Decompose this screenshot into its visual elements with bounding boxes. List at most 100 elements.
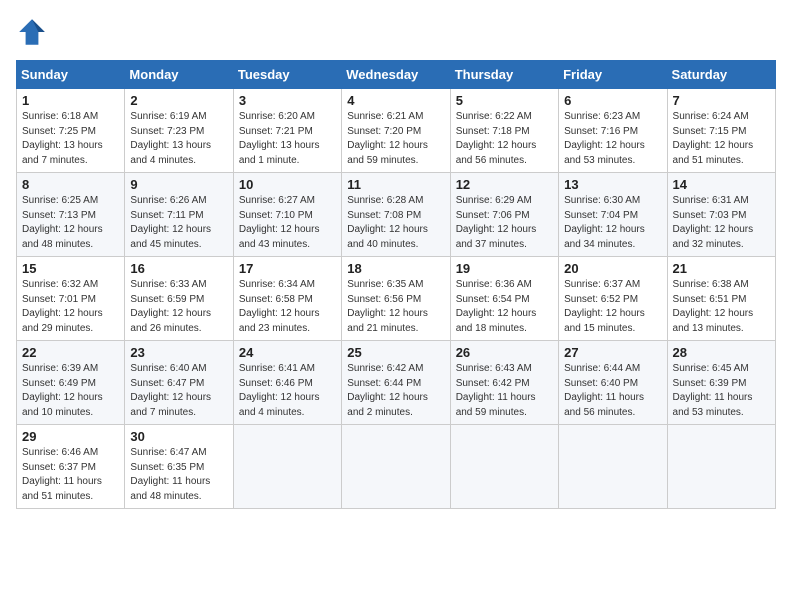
day-info: Sunrise: 6:40 AM Sunset: 6:47 PM Dayligh…	[130, 362, 227, 420]
day-info: Sunrise: 6:29 AM Sunset: 7:06 PM Dayligh…	[456, 194, 553, 252]
calendar-cell: 21 Sunrise: 6:38 AM Sunset: 6:51 PM Dayl…	[667, 257, 775, 341]
calendar-cell	[667, 425, 775, 509]
day-info: Sunrise: 6:36 AM Sunset: 6:54 PM Dayligh…	[456, 278, 553, 336]
calendar-cell: 18 Sunrise: 6:35 AM Sunset: 6:56 PM Dayl…	[342, 257, 450, 341]
calendar-cell: 13 Sunrise: 6:30 AM Sunset: 7:04 PM Dayl…	[559, 173, 667, 257]
calendar-cell: 29 Sunrise: 6:46 AM Sunset: 6:37 PM Dayl…	[17, 425, 125, 509]
logo	[16, 16, 52, 48]
weekday-header: Sunday	[17, 61, 125, 89]
calendar-cell: 23 Sunrise: 6:40 AM Sunset: 6:47 PM Dayl…	[125, 341, 233, 425]
day-info: Sunrise: 6:22 AM Sunset: 7:18 PM Dayligh…	[456, 110, 553, 168]
day-info: Sunrise: 6:21 AM Sunset: 7:20 PM Dayligh…	[347, 110, 444, 168]
day-number: 20	[564, 261, 661, 276]
page-header	[16, 16, 776, 48]
day-number: 30	[130, 429, 227, 444]
calendar-week-row: 8 Sunrise: 6:25 AM Sunset: 7:13 PM Dayli…	[17, 173, 776, 257]
day-info: Sunrise: 6:38 AM Sunset: 6:51 PM Dayligh…	[673, 278, 770, 336]
calendar-cell: 24 Sunrise: 6:41 AM Sunset: 6:46 PM Dayl…	[233, 341, 341, 425]
day-number: 13	[564, 177, 661, 192]
day-info: Sunrise: 6:30 AM Sunset: 7:04 PM Dayligh…	[564, 194, 661, 252]
day-info: Sunrise: 6:37 AM Sunset: 6:52 PM Dayligh…	[564, 278, 661, 336]
calendar-cell: 7 Sunrise: 6:24 AM Sunset: 7:15 PM Dayli…	[667, 89, 775, 173]
calendar-table: SundayMondayTuesdayWednesdayThursdayFrid…	[16, 60, 776, 509]
day-number: 26	[456, 345, 553, 360]
day-info: Sunrise: 6:24 AM Sunset: 7:15 PM Dayligh…	[673, 110, 770, 168]
calendar-cell	[559, 425, 667, 509]
calendar-cell: 10 Sunrise: 6:27 AM Sunset: 7:10 PM Dayl…	[233, 173, 341, 257]
day-info: Sunrise: 6:27 AM Sunset: 7:10 PM Dayligh…	[239, 194, 336, 252]
day-number: 9	[130, 177, 227, 192]
calendar-cell: 5 Sunrise: 6:22 AM Sunset: 7:18 PM Dayli…	[450, 89, 558, 173]
calendar-cell: 26 Sunrise: 6:43 AM Sunset: 6:42 PM Dayl…	[450, 341, 558, 425]
day-info: Sunrise: 6:31 AM Sunset: 7:03 PM Dayligh…	[673, 194, 770, 252]
weekday-header: Tuesday	[233, 61, 341, 89]
calendar-cell: 9 Sunrise: 6:26 AM Sunset: 7:11 PM Dayli…	[125, 173, 233, 257]
day-info: Sunrise: 6:23 AM Sunset: 7:16 PM Dayligh…	[564, 110, 661, 168]
day-info: Sunrise: 6:41 AM Sunset: 6:46 PM Dayligh…	[239, 362, 336, 420]
day-number: 18	[347, 261, 444, 276]
calendar-cell: 11 Sunrise: 6:28 AM Sunset: 7:08 PM Dayl…	[342, 173, 450, 257]
calendar-cell: 6 Sunrise: 6:23 AM Sunset: 7:16 PM Dayli…	[559, 89, 667, 173]
day-info: Sunrise: 6:26 AM Sunset: 7:11 PM Dayligh…	[130, 194, 227, 252]
day-info: Sunrise: 6:25 AM Sunset: 7:13 PM Dayligh…	[22, 194, 119, 252]
day-info: Sunrise: 6:34 AM Sunset: 6:58 PM Dayligh…	[239, 278, 336, 336]
day-info: Sunrise: 6:44 AM Sunset: 6:40 PM Dayligh…	[564, 362, 661, 420]
day-info: Sunrise: 6:28 AM Sunset: 7:08 PM Dayligh…	[347, 194, 444, 252]
weekday-header: Friday	[559, 61, 667, 89]
calendar-cell: 30 Sunrise: 6:47 AM Sunset: 6:35 PM Dayl…	[125, 425, 233, 509]
day-number: 3	[239, 93, 336, 108]
calendar-cell: 20 Sunrise: 6:37 AM Sunset: 6:52 PM Dayl…	[559, 257, 667, 341]
calendar-cell: 25 Sunrise: 6:42 AM Sunset: 6:44 PM Dayl…	[342, 341, 450, 425]
logo-icon	[16, 16, 48, 48]
calendar-cell: 14 Sunrise: 6:31 AM Sunset: 7:03 PM Dayl…	[667, 173, 775, 257]
calendar-cell: 15 Sunrise: 6:32 AM Sunset: 7:01 PM Dayl…	[17, 257, 125, 341]
day-number: 6	[564, 93, 661, 108]
day-number: 17	[239, 261, 336, 276]
day-number: 1	[22, 93, 119, 108]
day-info: Sunrise: 6:18 AM Sunset: 7:25 PM Dayligh…	[22, 110, 119, 168]
calendar-cell: 17 Sunrise: 6:34 AM Sunset: 6:58 PM Dayl…	[233, 257, 341, 341]
day-info: Sunrise: 6:42 AM Sunset: 6:44 PM Dayligh…	[347, 362, 444, 420]
day-number: 15	[22, 261, 119, 276]
weekday-header: Monday	[125, 61, 233, 89]
calendar-week-row: 15 Sunrise: 6:32 AM Sunset: 7:01 PM Dayl…	[17, 257, 776, 341]
day-info: Sunrise: 6:33 AM Sunset: 6:59 PM Dayligh…	[130, 278, 227, 336]
calendar-cell: 28 Sunrise: 6:45 AM Sunset: 6:39 PM Dayl…	[667, 341, 775, 425]
day-number: 7	[673, 93, 770, 108]
day-number: 11	[347, 177, 444, 192]
calendar-cell: 12 Sunrise: 6:29 AM Sunset: 7:06 PM Dayl…	[450, 173, 558, 257]
day-number: 25	[347, 345, 444, 360]
calendar-cell	[233, 425, 341, 509]
day-number: 19	[456, 261, 553, 276]
calendar-cell: 2 Sunrise: 6:19 AM Sunset: 7:23 PM Dayli…	[125, 89, 233, 173]
day-number: 5	[456, 93, 553, 108]
weekday-header: Wednesday	[342, 61, 450, 89]
calendar-cell: 3 Sunrise: 6:20 AM Sunset: 7:21 PM Dayli…	[233, 89, 341, 173]
day-info: Sunrise: 6:43 AM Sunset: 6:42 PM Dayligh…	[456, 362, 553, 420]
day-info: Sunrise: 6:39 AM Sunset: 6:49 PM Dayligh…	[22, 362, 119, 420]
day-info: Sunrise: 6:19 AM Sunset: 7:23 PM Dayligh…	[130, 110, 227, 168]
day-info: Sunrise: 6:47 AM Sunset: 6:35 PM Dayligh…	[130, 446, 227, 504]
day-number: 29	[22, 429, 119, 444]
calendar-cell: 1 Sunrise: 6:18 AM Sunset: 7:25 PM Dayli…	[17, 89, 125, 173]
day-number: 27	[564, 345, 661, 360]
day-info: Sunrise: 6:46 AM Sunset: 6:37 PM Dayligh…	[22, 446, 119, 504]
day-number: 28	[673, 345, 770, 360]
calendar-cell	[450, 425, 558, 509]
calendar-week-row: 1 Sunrise: 6:18 AM Sunset: 7:25 PM Dayli…	[17, 89, 776, 173]
day-number: 2	[130, 93, 227, 108]
day-number: 23	[130, 345, 227, 360]
calendar-cell: 8 Sunrise: 6:25 AM Sunset: 7:13 PM Dayli…	[17, 173, 125, 257]
calendar-week-row: 29 Sunrise: 6:46 AM Sunset: 6:37 PM Dayl…	[17, 425, 776, 509]
day-number: 14	[673, 177, 770, 192]
day-number: 8	[22, 177, 119, 192]
day-info: Sunrise: 6:20 AM Sunset: 7:21 PM Dayligh…	[239, 110, 336, 168]
calendar-cell: 19 Sunrise: 6:36 AM Sunset: 6:54 PM Dayl…	[450, 257, 558, 341]
calendar-cell: 27 Sunrise: 6:44 AM Sunset: 6:40 PM Dayl…	[559, 341, 667, 425]
day-number: 16	[130, 261, 227, 276]
weekday-header: Saturday	[667, 61, 775, 89]
day-number: 10	[239, 177, 336, 192]
day-info: Sunrise: 6:45 AM Sunset: 6:39 PM Dayligh…	[673, 362, 770, 420]
day-number: 22	[22, 345, 119, 360]
day-number: 24	[239, 345, 336, 360]
